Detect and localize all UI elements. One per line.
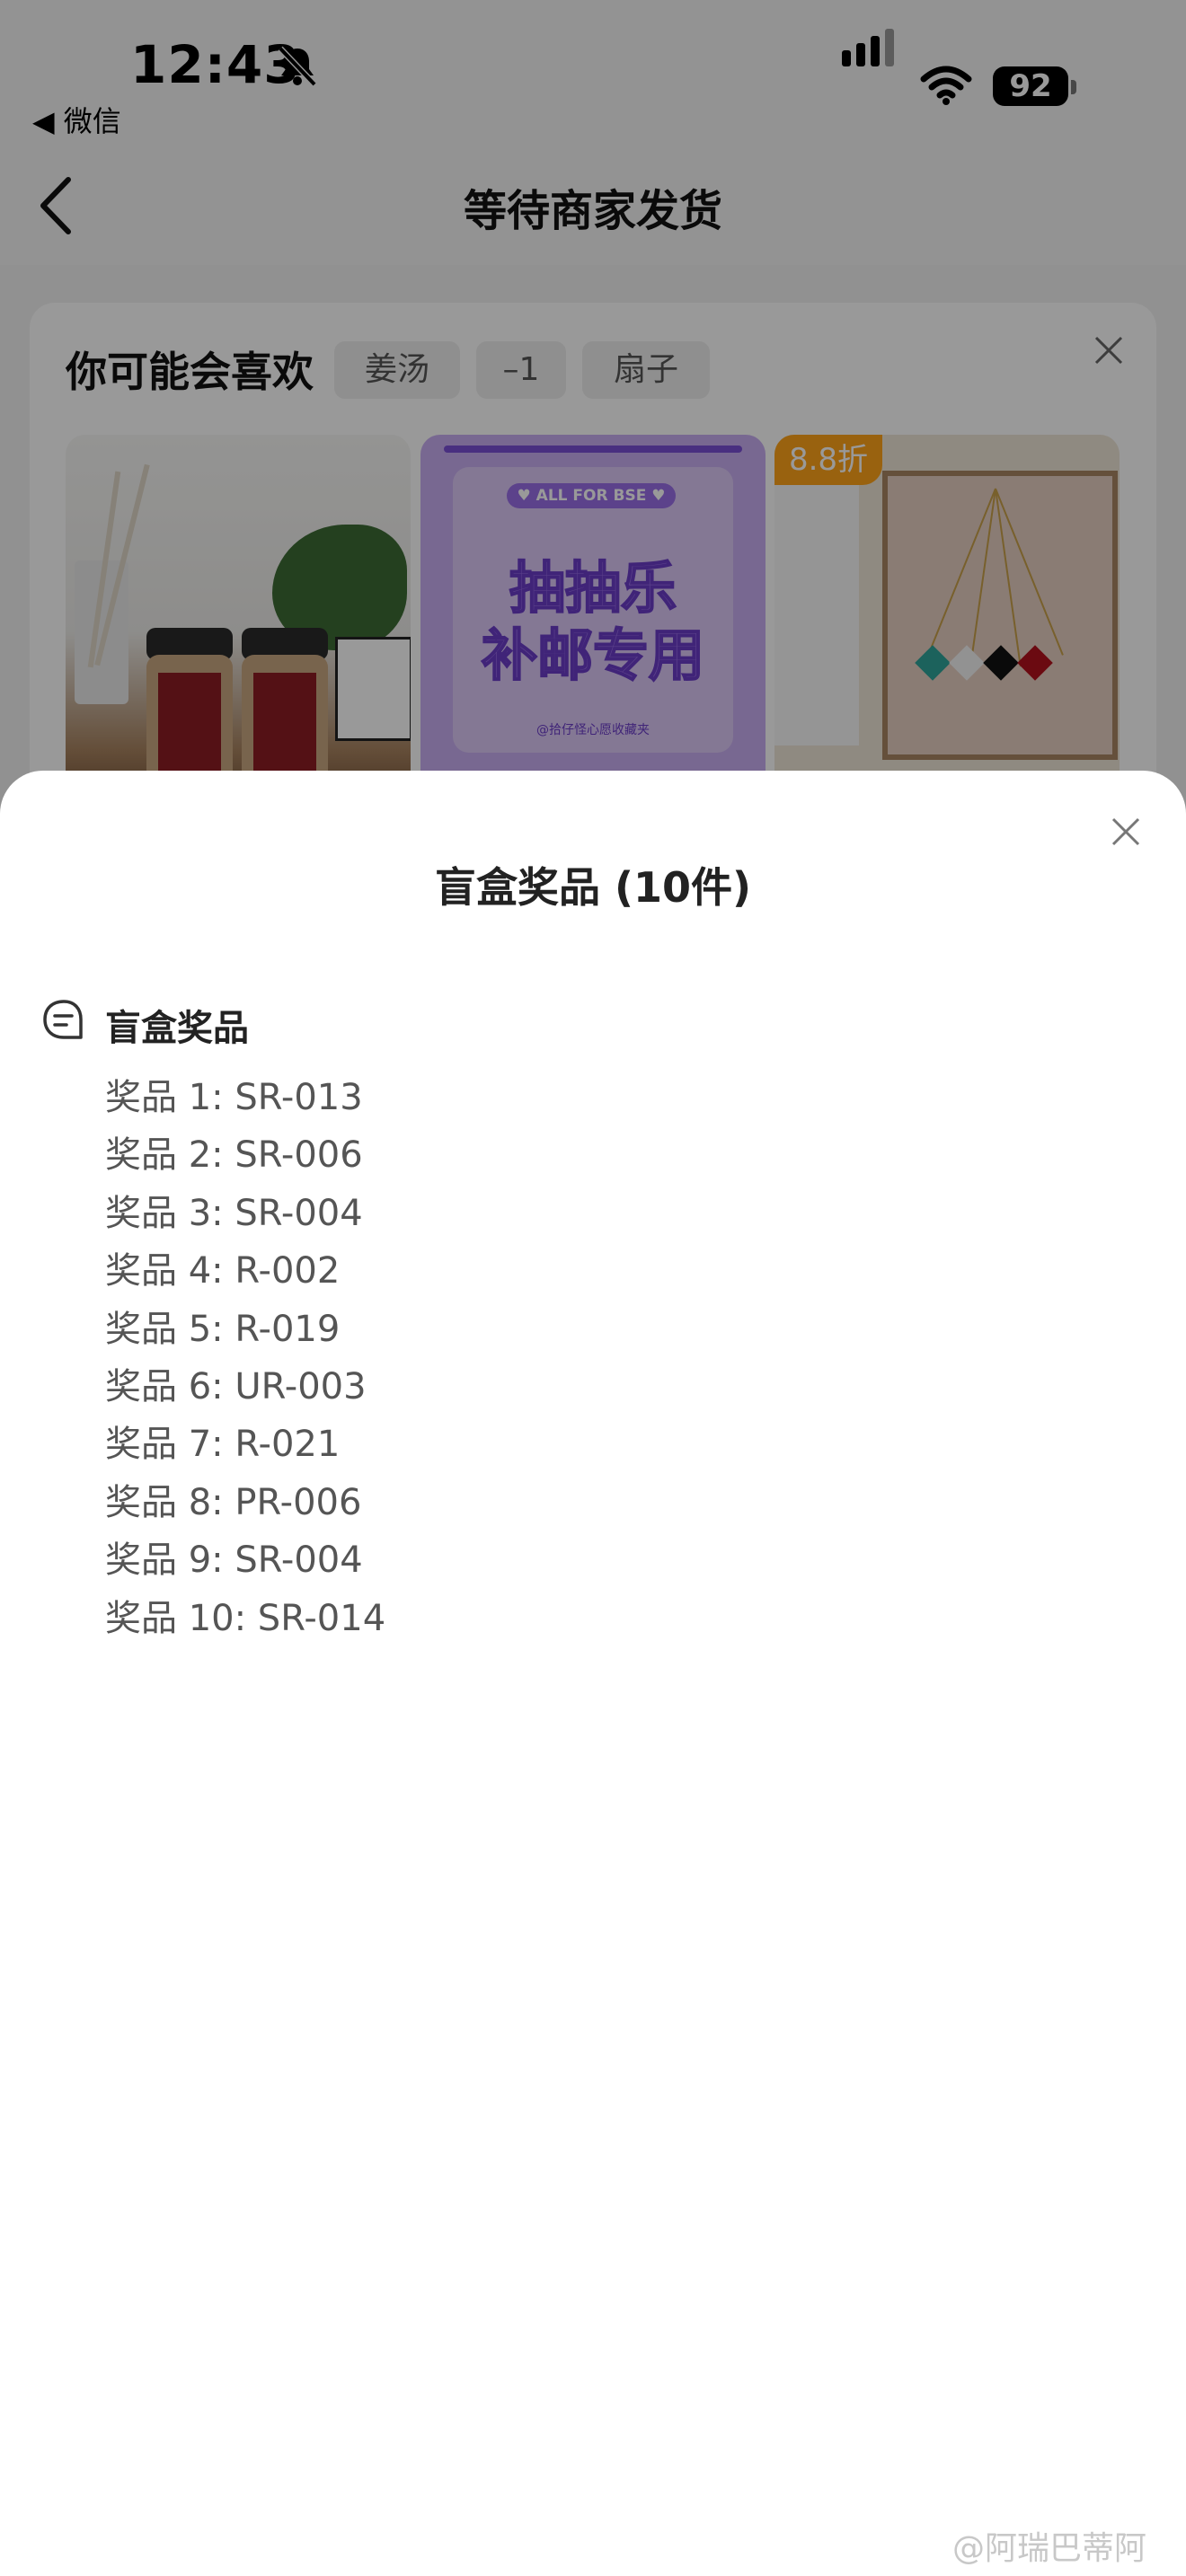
prize-item: 奖品 10: SR-014 xyxy=(105,1597,386,1639)
prize-item: 奖品 8: PR-006 xyxy=(105,1481,362,1523)
prize-item: 奖品 7: R-021 xyxy=(105,1424,341,1466)
prize-item: 奖品 6: UR-003 xyxy=(105,1365,367,1407)
sheet-title: 盲盒奖品 (10件) xyxy=(434,863,752,912)
close-icon[interactable] xyxy=(1109,815,1143,849)
chat-list-icon xyxy=(43,1000,83,1039)
prize-item: 奖品 1: SR-013 xyxy=(105,1077,363,1118)
prize-item: 奖品 5: R-019 xyxy=(105,1308,341,1350)
watermark: @阿瑞巴蒂阿 xyxy=(952,2530,1147,2567)
prize-item: 奖品 3: SR-004 xyxy=(105,1192,363,1234)
prize-item: 奖品 9: SR-004 xyxy=(105,1539,363,1582)
section-title: 盲盒奖品 xyxy=(105,1008,249,1049)
prize-list: 奖品 1: SR-013 奖品 2: SR-006 奖品 3: SR-004 奖… xyxy=(105,1069,385,1647)
prize-item: 奖品 4: R-002 xyxy=(105,1250,341,1292)
prize-item: 奖品 2: SR-006 xyxy=(105,1134,363,1177)
